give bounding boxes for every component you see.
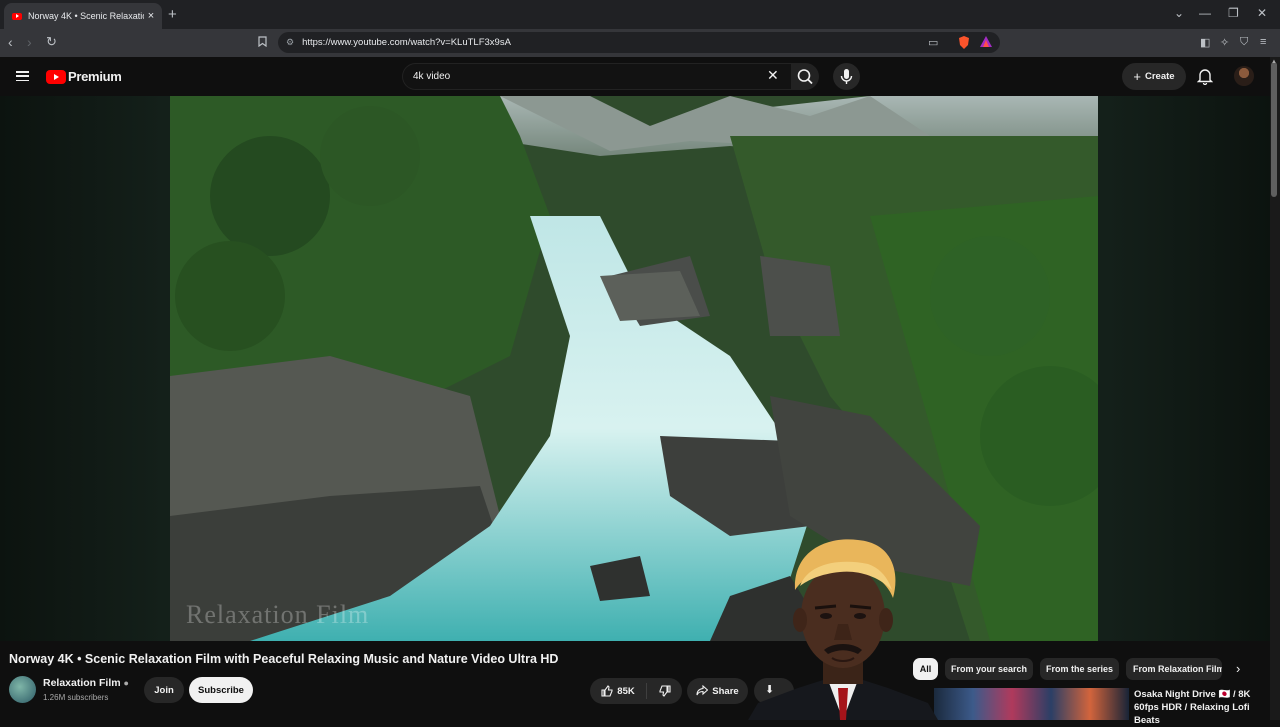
vpn-shield-icon[interactable]: ⛉ (1240, 36, 1248, 49)
share-label: Share (712, 685, 739, 697)
thumbs-down-icon (658, 685, 671, 697)
clear-search-icon[interactable]: ✕ (767, 67, 779, 84)
video-watermark: Relaxation Film (186, 600, 370, 629)
chip-from-the-series[interactable]: From the series (1040, 658, 1119, 680)
create-label: Create (1145, 71, 1175, 82)
sidebar-icon[interactable]: ◧ (1200, 36, 1210, 49)
portrait-overlay (748, 528, 938, 720)
search-icon (797, 69, 813, 85)
menu-icon[interactable]: ≡ (1260, 36, 1266, 48)
share-icon (696, 685, 709, 696)
brave-shield-icon[interactable] (958, 36, 970, 52)
browser-tab-bar (0, 0, 1280, 29)
youtube-logo-icon[interactable] (46, 70, 66, 84)
verified-badge-icon: ● (123, 678, 129, 688)
cast-icon[interactable]: ▭ (928, 36, 938, 49)
tab-search-chevron-icon[interactable]: ⌄ (1174, 6, 1184, 20)
minimize-icon[interactable]: — (1199, 6, 1211, 20)
join-button[interactable]: Join (144, 677, 184, 703)
channel-avatar[interactable] (9, 676, 36, 703)
close-window-icon[interactable]: ✕ (1257, 6, 1267, 20)
recommended-thumbnail[interactable] (934, 688, 1129, 720)
guide-menu-icon[interactable] (16, 71, 29, 81)
url-text: https://www.youtube.com/watch?v=KLuTLF3x… (302, 37, 511, 48)
scroll-up-arrow-icon[interactable]: ▲ (1271, 59, 1277, 65)
person-portrait-image (748, 539, 938, 720)
leo-ai-icon[interactable]: ✧ (1220, 36, 1229, 49)
plus-icon: + (1133, 69, 1141, 84)
subscriber-count: 1.26M subscribers (43, 693, 109, 702)
thumbs-up-icon (601, 685, 613, 697)
like-button[interactable]: 85K (590, 683, 647, 699)
channel-name-text: Relaxation Film (43, 677, 121, 689)
like-dislike-group: 85K (590, 678, 682, 704)
share-button[interactable]: Share (687, 678, 748, 704)
new-tab-button[interactable]: + (168, 6, 177, 23)
bookmark-icon[interactable] (258, 36, 267, 50)
dislike-button[interactable] (647, 685, 682, 697)
maximize-icon[interactable]: ❐ (1228, 6, 1239, 20)
notifications-button[interactable] (1196, 67, 1214, 90)
search-input[interactable]: 4k video (402, 63, 791, 90)
youtube-premium-logo-text[interactable]: Premium (68, 69, 122, 84)
forward-icon[interactable]: › (27, 34, 32, 50)
recommended-title[interactable]: Osaka Night Drive 🇯🇵 / 8K 60fps HDR / Re… (1134, 688, 1254, 727)
search-button[interactable] (791, 63, 819, 90)
youtube-favicon-icon (12, 12, 22, 20)
video-title: Norway 4K • Scenic Relaxation Film with … (9, 652, 559, 666)
video-player[interactable] (170, 96, 1098, 641)
bell-icon (1196, 69, 1214, 86)
reload-icon[interactable]: ↻ (46, 34, 57, 50)
video-frame-river-landscape (170, 96, 1098, 641)
site-info-icon[interactable]: ⚙ (286, 37, 294, 48)
channel-name[interactable]: Relaxation Film ● (43, 677, 129, 689)
back-icon[interactable]: ‹ (8, 34, 13, 50)
account-avatar[interactable] (1234, 66, 1254, 86)
create-button[interactable]: + Create (1122, 63, 1186, 90)
page-scrollbar-thumb[interactable] (1271, 62, 1277, 197)
chip-from-your-search[interactable]: From your search (945, 658, 1033, 680)
chips-next-arrow-icon[interactable]: › (1236, 661, 1240, 676)
subscribe-button[interactable]: Subscribe (189, 677, 253, 703)
microphone-icon (840, 69, 853, 84)
voice-search-button[interactable] (833, 63, 860, 90)
address-bar[interactable]: ⚙ https://www.youtube.com/watch?v=KLuTLF… (278, 32, 1000, 53)
search-query: 4k video (413, 71, 451, 82)
tab-title: Norway 4K • Scenic Relaxation Fi (28, 11, 144, 21)
close-tab-icon[interactable]: × (144, 10, 158, 22)
chip-from-channel[interactable]: From Relaxation Film (1126, 658, 1222, 680)
brave-rewards-icon[interactable] (980, 36, 992, 50)
like-count: 85K (617, 685, 635, 697)
browser-tab[interactable]: Norway 4K • Scenic Relaxation Fi × (4, 3, 162, 29)
